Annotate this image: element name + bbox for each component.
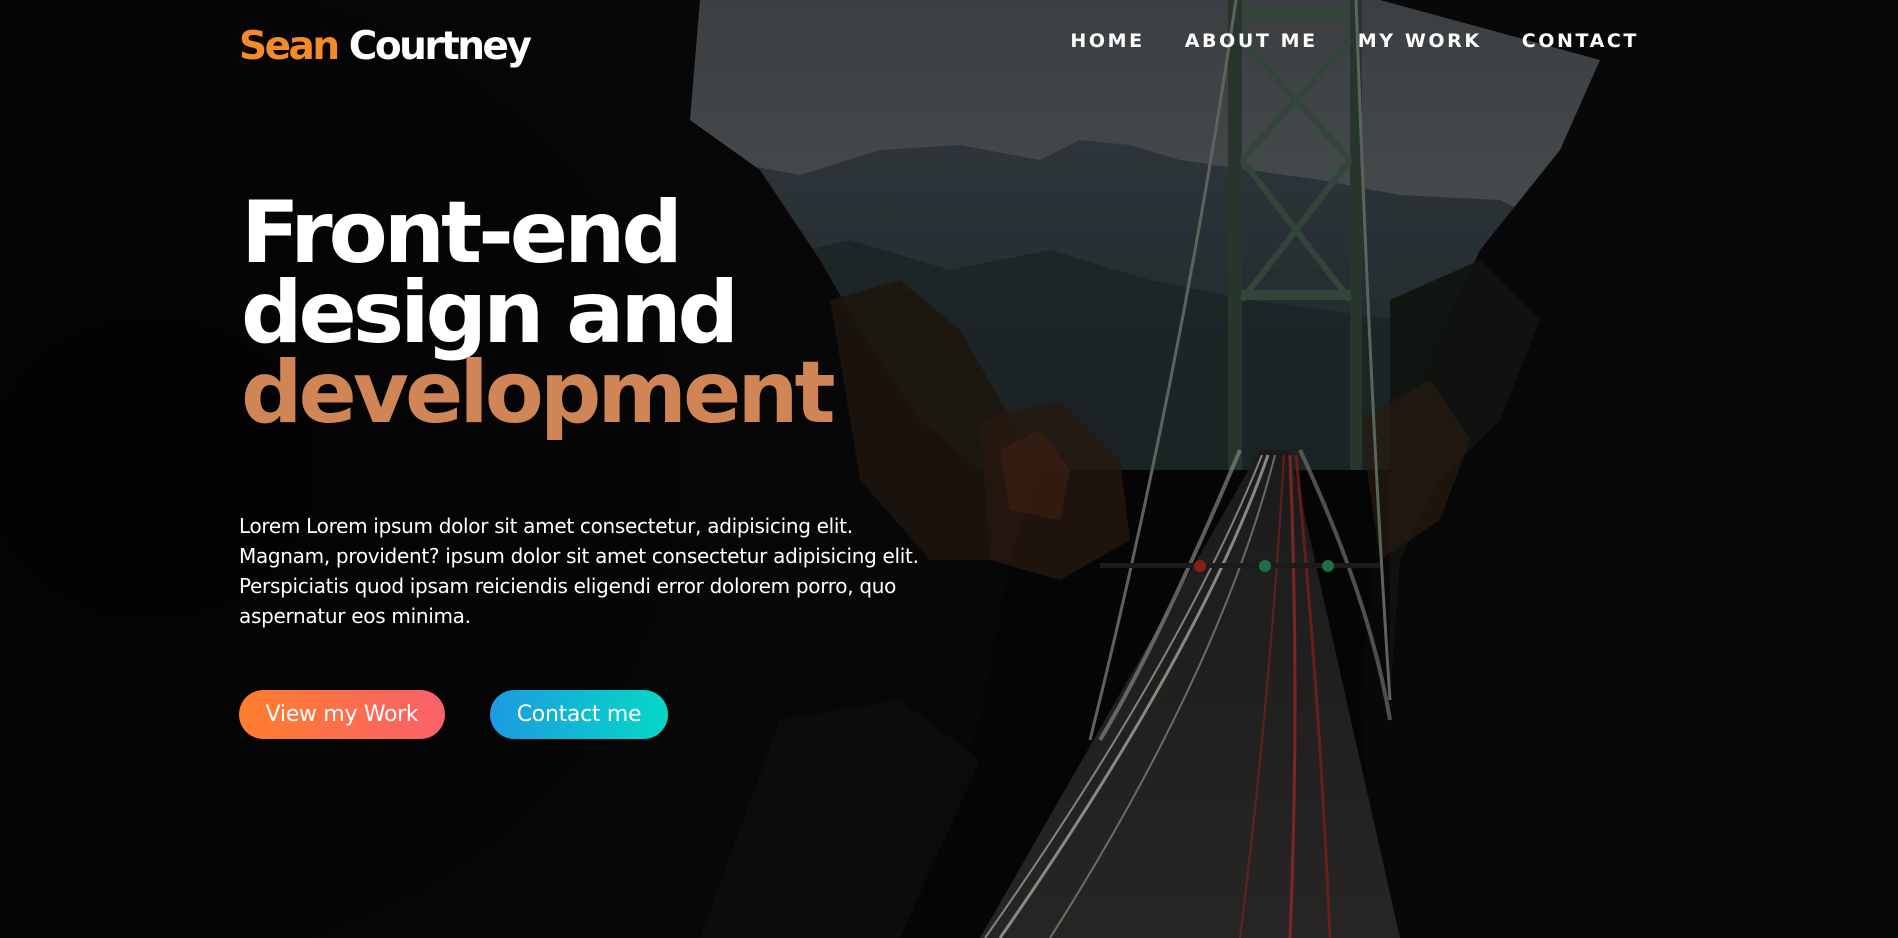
hero-background-image <box>0 0 1898 938</box>
logo-first-name: Sean <box>239 24 340 69</box>
nav-home[interactable]: HOME <box>1070 30 1144 52</box>
headline-line-3: development <box>241 343 836 443</box>
nav-my-work[interactable]: MY WORK <box>1358 30 1482 52</box>
contact-me-button[interactable]: Contact me <box>490 690 668 739</box>
hero-section: Sean Courtney HOME ABOUT ME MY WORK CONT… <box>0 0 1898 938</box>
nav-contact[interactable]: CONTACT <box>1522 30 1639 52</box>
hero-headline: Front-end design and development <box>241 183 836 443</box>
site-header: Sean Courtney HOME ABOUT ME MY WORK CONT… <box>0 0 1898 90</box>
headline-line-1: Front-end <box>241 183 683 283</box>
headline-line-2: design and <box>241 263 739 363</box>
site-logo[interactable]: Sean Courtney <box>239 24 532 69</box>
hero-intro-text: Lorem Lorem ipsum dolor sit amet consect… <box>239 514 919 628</box>
main-nav: HOME ABOUT ME MY WORK CONTACT <box>1070 30 1639 52</box>
view-my-work-button[interactable]: View my Work <box>239 690 445 739</box>
nav-about-me[interactable]: ABOUT ME <box>1185 30 1318 52</box>
logo-last-name: Courtney <box>337 24 532 69</box>
